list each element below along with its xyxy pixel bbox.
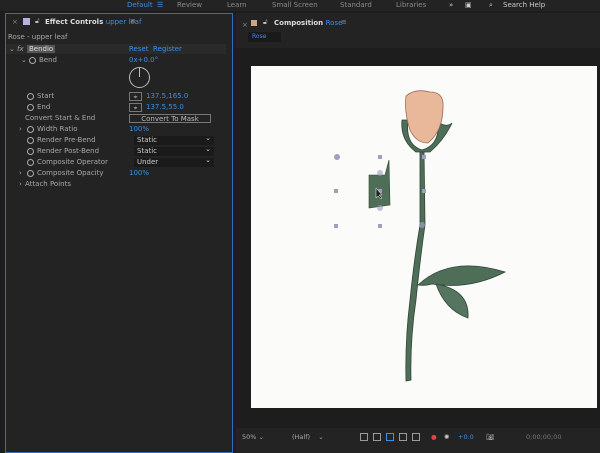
snapshot-icon[interactable]: 📷︎ xyxy=(486,430,494,444)
resolution-value: (Half) xyxy=(292,433,311,441)
resolution-dropdown[interactable]: (Half) ⌄ xyxy=(292,430,342,444)
timecode[interactable]: 0;00;00;00 xyxy=(526,430,562,444)
lower-leaf xyxy=(435,283,469,319)
viewer-toolbar: 50% ⌄ (Half) ⌄ ● ✺ +0.0 📷︎ 0;00;00;00 xyxy=(236,430,600,444)
color-channels-icon[interactable]: ● xyxy=(431,430,437,444)
rose-stem xyxy=(405,149,426,382)
mask-visibility-icon[interactable] xyxy=(386,433,394,441)
exposure-value[interactable]: +0.0 xyxy=(458,430,474,444)
grid-icon[interactable] xyxy=(412,433,420,441)
transform-handles[interactable] xyxy=(334,154,426,228)
upper-leaf xyxy=(417,265,507,286)
detached-leaf-layer[interactable] xyxy=(368,159,391,209)
zoom-dropdown[interactable]: 50% ⌄ xyxy=(242,430,282,444)
guides-icon[interactable] xyxy=(399,433,407,441)
rose-artwork xyxy=(334,90,507,382)
exposure-reset-icon[interactable]: ✺ xyxy=(444,430,449,444)
transparency-grid-icon[interactable] xyxy=(373,433,381,441)
region-of-interest-icon[interactable] xyxy=(360,433,368,441)
zoom-value: 50% xyxy=(242,433,257,441)
